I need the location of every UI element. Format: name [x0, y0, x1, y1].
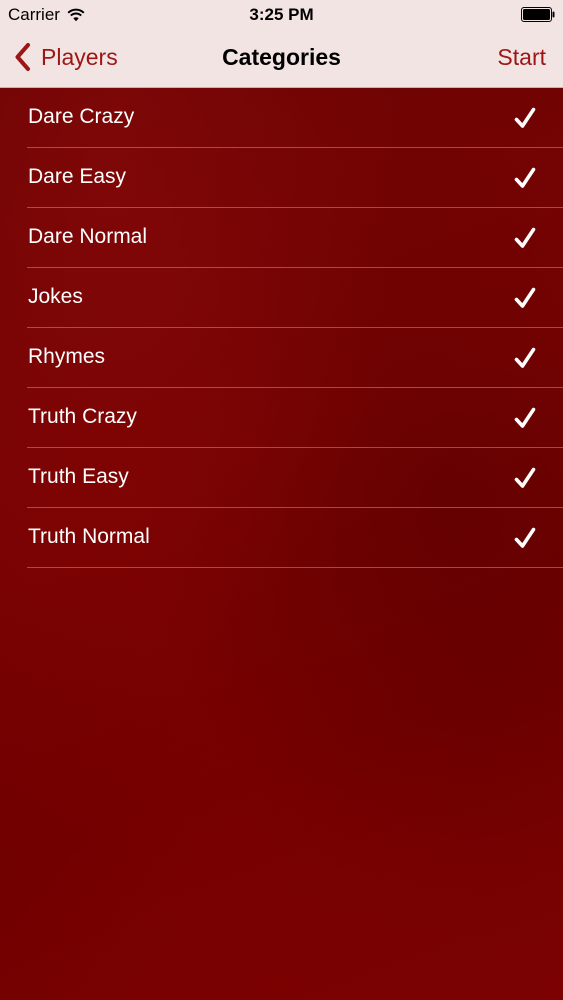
page-title: Categories: [222, 44, 341, 70]
category-row-rhymes[interactable]: Rhymes: [27, 328, 563, 388]
category-label: Truth Easy: [28, 465, 129, 488]
categories-content: Dare Crazy Dare Easy Dare Normal Jokes R…: [0, 88, 563, 1000]
category-row-truth-normal[interactable]: Truth Normal: [27, 508, 563, 568]
checkmark-icon: [514, 407, 536, 428]
category-label: Truth Crazy: [28, 405, 137, 428]
start-button[interactable]: Start: [497, 44, 546, 71]
battery-icon: [521, 7, 555, 22]
category-label: Dare Easy: [28, 165, 127, 188]
category-row-dare-easy[interactable]: Dare Easy: [27, 148, 563, 208]
category-row-dare-normal[interactable]: Dare Normal: [27, 208, 563, 268]
category-row-dare-crazy[interactable]: Dare Crazy: [27, 88, 563, 148]
checkmark-icon: [514, 167, 536, 188]
checkmark-icon: [514, 227, 536, 248]
navigation-bar: Players Categories Start: [0, 28, 563, 88]
checkmark-icon: [514, 107, 536, 128]
category-label: Rhymes: [28, 345, 106, 368]
category-label: Dare Normal: [28, 225, 148, 248]
status-time: 3:25 PM: [249, 5, 314, 24]
category-label: Dare Crazy: [28, 105, 135, 128]
status-bar: Carrier 3:25 PM: [0, 0, 563, 28]
category-row-truth-easy[interactable]: Truth Easy: [27, 448, 563, 508]
checkmark-icon: [514, 287, 536, 308]
category-row-jokes[interactable]: Jokes: [27, 268, 563, 328]
checkmark-icon: [514, 527, 536, 548]
category-label: Jokes: [28, 285, 83, 308]
category-label: Truth Normal: [28, 525, 150, 548]
checkmark-icon: [514, 347, 536, 368]
checkmark-icon: [514, 467, 536, 488]
category-row-truth-crazy[interactable]: Truth Crazy: [27, 388, 563, 448]
category-list: Dare Crazy Dare Easy Dare Normal Jokes R…: [0, 88, 563, 568]
